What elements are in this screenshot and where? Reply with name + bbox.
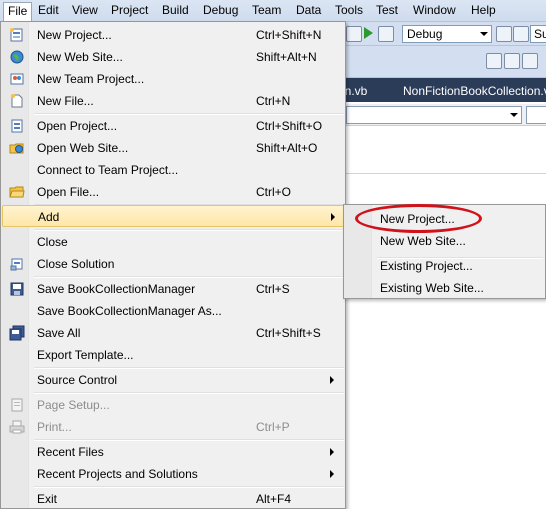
- menu-item-source-control[interactable]: Source Control: [2, 369, 345, 391]
- menu-item-close-solution[interactable]: Close Solution: [2, 253, 345, 275]
- submenu-arrow-icon: [331, 213, 335, 221]
- submenu-arrow-icon: [330, 376, 334, 384]
- menu-edit[interactable]: Edit: [34, 2, 63, 20]
- page-setup-icon: [11, 398, 23, 412]
- tab-nonfiction-book-collection[interactable]: NonFictionBookCollection.v: [403, 82, 546, 102]
- platform-value: Su: [534, 27, 546, 41]
- menu-item-page-setup[interactable]: Page Setup...: [2, 394, 345, 416]
- menu-view[interactable]: View: [68, 2, 102, 20]
- submenu-item-existing-project[interactable]: Existing Project...: [345, 255, 544, 277]
- file-menu: New Project... Ctrl+Shift+N New Web Site…: [0, 21, 346, 509]
- new-file-icon: [11, 94, 23, 108]
- toolbar-icon[interactable]: [504, 53, 520, 69]
- print-icon: [9, 420, 25, 434]
- submenu-item-existing-web-site[interactable]: Existing Web Site...: [345, 277, 544, 299]
- menu-item-open-project[interactable]: Open Project... Ctrl+Shift+O: [2, 115, 345, 137]
- toolbar-icon[interactable]: [346, 26, 362, 42]
- editor-divider: [346, 173, 546, 174]
- member-combo[interactable]: [526, 106, 546, 124]
- solution-platform-combo[interactable]: Su: [530, 25, 546, 43]
- standard-toolbar: Debug Su: [346, 22, 546, 46]
- menu-item-add[interactable]: Add: [2, 205, 345, 227]
- new-project-icon: [10, 28, 23, 42]
- team-project-icon: [10, 73, 24, 85]
- navigation-bar: [346, 104, 546, 126]
- start-debugging-icon[interactable]: [364, 27, 373, 39]
- menu-item-new-web-site[interactable]: New Web Site... Shift+Alt+N: [2, 46, 345, 68]
- menu-window[interactable]: Window: [409, 2, 460, 20]
- menu-team[interactable]: Team: [248, 2, 285, 20]
- menu-build[interactable]: Build: [158, 2, 193, 20]
- menu-item-new-project[interactable]: New Project... Ctrl+Shift+N: [2, 24, 345, 46]
- type-combo[interactable]: [346, 106, 522, 124]
- menu-item-save-all[interactable]: Save All Ctrl+Shift+S: [2, 322, 345, 344]
- menu-file[interactable]: File: [3, 2, 33, 22]
- menu-item-export-template[interactable]: Export Template...: [2, 344, 345, 366]
- comment-icon[interactable]: [513, 26, 529, 42]
- save-all-icon: [9, 325, 25, 341]
- secondary-toolbar: [346, 46, 546, 78]
- toolbar-icon[interactable]: [522, 53, 538, 69]
- menu-project[interactable]: Project: [107, 2, 152, 20]
- menu-bar: File Edit View Project Build Debug Team …: [0, 0, 546, 22]
- open-web-site-icon: [9, 143, 24, 154]
- menu-help[interactable]: Help: [467, 2, 500, 20]
- submenu-arrow-icon: [330, 470, 334, 478]
- menu-test[interactable]: Test: [372, 2, 402, 20]
- globe-icon: [10, 50, 24, 64]
- folder-icon: [9, 186, 25, 198]
- menu-item-new-file[interactable]: New File... Ctrl+N: [2, 90, 345, 112]
- menu-item-save[interactable]: Save BookCollectionManager Ctrl+S: [2, 278, 345, 300]
- save-icon: [10, 282, 24, 296]
- submenu-arrow-icon: [330, 448, 334, 456]
- submenu-item-new-web-site[interactable]: New Web Site...: [345, 230, 544, 252]
- chevron-down-icon: [480, 32, 488, 36]
- document-tab-strip: on.vb NonFictionBookCollection.v: [338, 78, 546, 102]
- menu-item-recent-files[interactable]: Recent Files: [2, 441, 345, 463]
- close-solution-icon: [10, 258, 23, 271]
- menu-item-open-file[interactable]: Open File... Ctrl+O: [2, 181, 345, 203]
- menu-item-recent-projects[interactable]: Recent Projects and Solutions: [2, 463, 345, 485]
- menu-item-print[interactable]: Print... Ctrl+P: [2, 416, 345, 438]
- menu-item-open-web-site[interactable]: Open Web Site... Shift+Alt+O: [2, 137, 345, 159]
- menu-item-close[interactable]: Close: [2, 231, 345, 253]
- toolbar-icon[interactable]: [486, 53, 502, 69]
- menu-item-connect-team-project[interactable]: Connect to Team Project...: [2, 159, 345, 181]
- menu-tools[interactable]: Tools: [331, 2, 367, 20]
- open-project-icon: [11, 119, 23, 133]
- menu-item-save-as[interactable]: Save BookCollectionManager As...: [2, 300, 345, 322]
- menu-data[interactable]: Data: [292, 2, 325, 20]
- solution-configuration-combo[interactable]: Debug: [402, 25, 492, 43]
- menu-debug[interactable]: Debug: [199, 2, 242, 20]
- attach-icon[interactable]: [378, 26, 394, 42]
- configuration-value: Debug: [407, 27, 443, 41]
- menu-item-exit[interactable]: Exit Alt+F4: [2, 488, 345, 509]
- find-icon[interactable]: [496, 26, 512, 42]
- menu-item-new-team-project[interactable]: New Team Project...: [2, 68, 345, 90]
- annotation-ellipse: [355, 204, 482, 233]
- chevron-down-icon: [510, 113, 518, 117]
